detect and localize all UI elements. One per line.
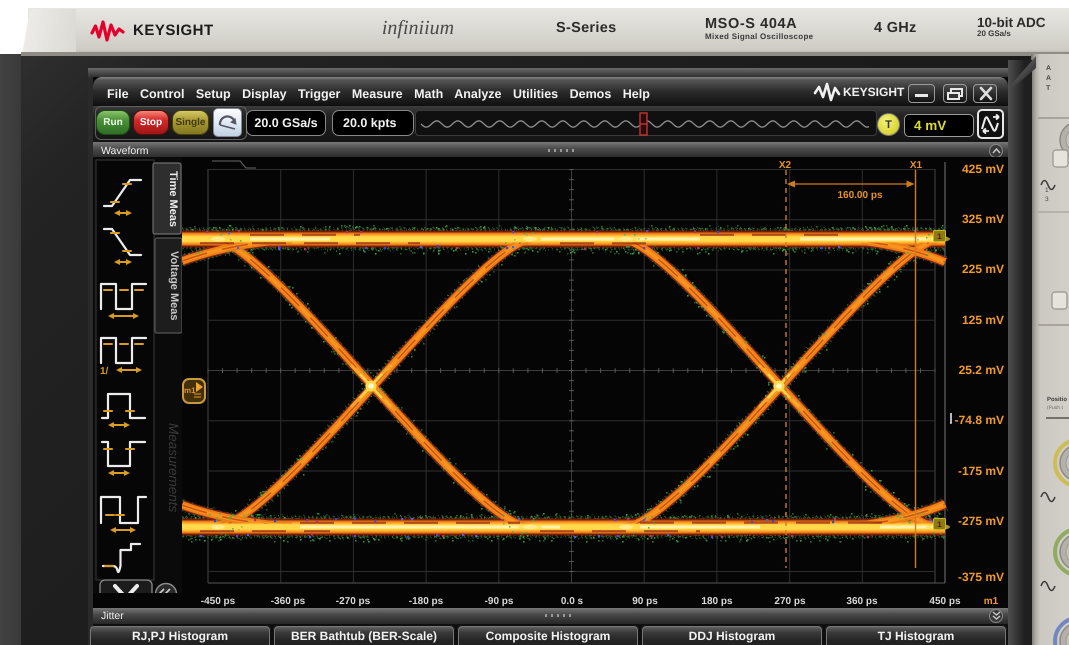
svg-text:270 ps: 270 ps — [774, 596, 806, 607]
svg-text:-175 mV: -175 mV — [958, 464, 1004, 478]
svg-text:180 ps: 180 ps — [701, 596, 733, 607]
svg-text:125 mV: 125 mV — [962, 313, 1004, 327]
svg-text:A: A — [1046, 75, 1051, 82]
svg-text:-270 ps: -270 ps — [336, 596, 371, 607]
svg-text:X2: X2 — [779, 160, 792, 171]
svg-text:(Push t: (Push t — [1047, 405, 1063, 411]
svg-text:-90 ps: -90 ps — [485, 596, 514, 607]
svg-text:-180 ps: -180 ps — [409, 596, 444, 607]
svg-text:360 ps: 360 ps — [846, 596, 878, 607]
svg-text:90 ps: 90 ps — [632, 596, 658, 607]
svg-text:X1: X1 — [910, 160, 923, 171]
svg-text:3: 3 — [1045, 196, 1049, 203]
svg-text:1: 1 — [1045, 187, 1049, 194]
svg-text:-375 mV: -375 mV — [958, 570, 1004, 584]
svg-text:Positio: Positio — [1047, 396, 1067, 403]
svg-text:-275 mV: -275 mV — [958, 514, 1004, 528]
svg-text:425 mV: 425 mV — [962, 162, 1004, 176]
svg-text:1/: 1/ — [100, 366, 109, 377]
svg-text:160.00 ps: 160.00 ps — [837, 190, 882, 201]
svg-text:-74.8 mV: -74.8 mV — [955, 413, 1004, 427]
svg-text:25.2 mV: 25.2 mV — [959, 363, 1004, 377]
svg-text:-360 ps: -360 ps — [271, 596, 306, 607]
svg-text:-450 ps: -450 ps — [201, 596, 236, 607]
svg-text:0.0 s: 0.0 s — [561, 596, 584, 607]
svg-text:325 mV: 325 mV — [962, 212, 1004, 226]
svg-text:T: T — [1046, 85, 1051, 92]
svg-text:m1: m1 — [984, 596, 999, 607]
svg-text:450 ps: 450 ps — [929, 596, 961, 607]
svg-text:A: A — [1046, 65, 1051, 72]
svg-text:225 mV: 225 mV — [962, 262, 1004, 276]
